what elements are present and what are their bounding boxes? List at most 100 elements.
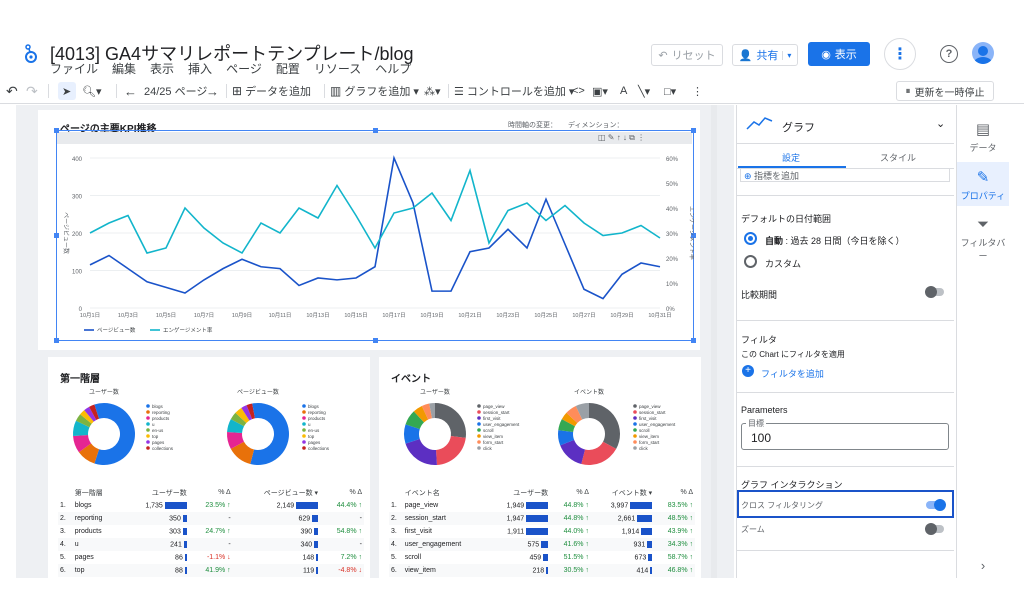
- resize-handle[interactable]: [54, 338, 59, 343]
- add-metric-button[interactable]: ⊕ 指標を追加: [744, 169, 799, 182]
- resize-handle[interactable]: [373, 338, 378, 343]
- x-tick-label: 10月1日: [80, 312, 100, 319]
- resize-handle[interactable]: [691, 338, 696, 343]
- table-row[interactable]: 3. products 303 24.7% ↑ 390 54.8% ↑: [58, 525, 364, 538]
- table-row[interactable]: 6. view_item 218 30.5% ↑ 414 46.8% ↑: [389, 564, 695, 577]
- reset-button[interactable]: ↶ リセット: [651, 44, 723, 66]
- table-row[interactable]: 2. reporting 350 -629 -: [58, 512, 364, 525]
- more-tools-icon[interactable]: ⋮: [692, 82, 703, 100]
- resize-handle[interactable]: [54, 128, 59, 133]
- column-header[interactable]: % Δ: [189, 486, 233, 499]
- add-filter-button[interactable]: フィルタを追加: [761, 367, 824, 380]
- share-button[interactable]: 👤 共有 ▾: [732, 44, 798, 66]
- shape-icon[interactable]: □▾: [664, 82, 676, 100]
- rail-filter-bar-tab[interactable]: ⏷ フィルタバー: [957, 216, 1009, 262]
- column-header[interactable]: % Δ: [320, 486, 364, 499]
- menu-insert[interactable]: 挿入: [188, 60, 212, 77]
- next-page-icon[interactable]: →: [206, 82, 219, 100]
- legend-dot: [477, 416, 481, 420]
- select-cursor-icon[interactable]: ➤: [58, 82, 76, 100]
- add-chart-button[interactable]: ▥ グラフを追加 ▾: [330, 82, 419, 100]
- add-filter-icon[interactable]: +: [742, 365, 754, 377]
- param-value: 100: [751, 431, 772, 445]
- table-row[interactable]: 2. session_start 1,947 44.8% ↑ 2,661 48.5% …: [389, 512, 695, 525]
- table-row[interactable]: 1. page_view 1,949 44.8% ↑ 3,997 83.5% ↑: [389, 499, 695, 512]
- table-cell: 119: [302, 566, 319, 575]
- code-embed-icon[interactable]: <>: [572, 82, 585, 100]
- table-cell: 575: [487, 538, 550, 551]
- add-data-icon: ⊞: [232, 84, 243, 98]
- column-header[interactable]: % Δ: [654, 486, 695, 499]
- table-cell: u: [74, 541, 79, 548]
- tab-style[interactable]: スタイル: [880, 151, 916, 164]
- legend-label: ページビュー数: [97, 326, 136, 334]
- column-header[interactable]: イベント数 ▾: [591, 486, 654, 499]
- chart-type-label[interactable]: グラフ: [782, 119, 815, 135]
- chevron-down-icon[interactable]: ⌄: [936, 117, 945, 130]
- more-options-icon[interactable]: ⋮: [884, 38, 916, 70]
- prev-page-icon[interactable]: ←: [124, 82, 137, 100]
- table-cell: 51.5% ↑: [563, 554, 589, 561]
- table-cell: -: [359, 515, 362, 522]
- view-button[interactable]: ◉ 表示: [808, 42, 870, 66]
- table-cell: 54.8% ↑: [336, 528, 362, 535]
- column-header[interactable]: ページビュー数 ▾: [233, 486, 320, 499]
- zoom-icon[interactable]: 🔍︎▾: [82, 82, 102, 100]
- column-header[interactable]: ユーザー数: [487, 486, 550, 499]
- rail-properties-tab[interactable]: ✎ プロパティ: [957, 162, 1009, 206]
- column-header[interactable]: ユーザー数: [121, 486, 189, 499]
- tab-setup[interactable]: 設定: [782, 151, 800, 164]
- undo-icon[interactable]: ↶: [6, 82, 18, 100]
- menu-page[interactable]: ページ: [226, 60, 262, 77]
- pause-updates-button[interactable]: ⏸ 更新を一時停止: [896, 81, 994, 101]
- chevron-down-icon[interactable]: ▾: [782, 50, 791, 60]
- line-icon[interactable]: ╲▾: [638, 82, 650, 100]
- menu-edit[interactable]: 編集: [112, 60, 136, 77]
- table-cell: 2,149: [233, 499, 320, 512]
- params-title: Parameters: [741, 405, 788, 415]
- community-viz-icon[interactable]: ⁂▾: [424, 82, 441, 100]
- custom-radio[interactable]: [744, 255, 757, 268]
- table-row[interactable]: 4. u 241 -340 -: [58, 538, 364, 551]
- menu-arrange[interactable]: 配置: [276, 60, 300, 77]
- column-header[interactable]: % Δ: [550, 486, 591, 499]
- cross-filter-toggle[interactable]: [926, 499, 946, 511]
- zoom-toggle[interactable]: [925, 523, 944, 535]
- table-row[interactable]: 5. pages 86 -1.1% ↓ 148 7.2% ↑: [58, 551, 364, 564]
- divider: [737, 466, 954, 467]
- menu-view[interactable]: 表示: [150, 60, 174, 77]
- compare-toggle[interactable]: [925, 286, 944, 298]
- add-control-button[interactable]: ☰ コントロールを追加 ▾: [454, 82, 574, 100]
- rail-data-tab[interactable]: ▤ データ: [957, 120, 1009, 154]
- table-row[interactable]: 4. user_engagement 575 41.6% ↑ 931 34.3% ↑: [389, 538, 695, 551]
- param-input[interactable]: [741, 423, 949, 450]
- table-cell: 340: [233, 538, 320, 551]
- avatar[interactable]: [972, 42, 994, 64]
- x-tick-label: 10月7日: [194, 312, 214, 319]
- table-row[interactable]: 1. blogs 1,735 23.5% ↑ 2,149 44.4% ↑: [58, 499, 364, 512]
- table-row[interactable]: 3. first_visit 1,911 44.0% ↑ 1,914 43.9% ↑: [389, 525, 695, 538]
- resize-handle[interactable]: [691, 128, 696, 133]
- auto-radio[interactable]: [744, 232, 757, 245]
- x-tick-label: 10月17日: [382, 312, 405, 319]
- redo-icon[interactable]: ↷: [26, 82, 38, 100]
- menu-help[interactable]: ヘルプ: [375, 60, 411, 77]
- resize-handle[interactable]: [373, 128, 378, 133]
- menu-resource[interactable]: リソース: [314, 60, 361, 77]
- legend-label: エンゲージメント率: [163, 326, 213, 334]
- looker-studio-logo-icon[interactable]: [24, 43, 38, 69]
- text-icon[interactable]: A: [620, 82, 627, 100]
- chevron-right-icon[interactable]: ›: [957, 558, 1009, 573]
- image-icon[interactable]: ▣▾: [592, 82, 608, 100]
- dimension-control[interactable]: ディメンション：: [568, 120, 624, 130]
- table-row[interactable]: 6. top 88 41.9% ↑ 119 -4.8% ↓: [58, 564, 364, 577]
- page-indicator[interactable]: 24/25 ページ: [144, 82, 207, 100]
- menu-bar: ファイル 編集 表示 挿入 ページ 配置 リソース ヘルプ: [50, 60, 411, 77]
- menu-file[interactable]: ファイル: [50, 60, 98, 77]
- canvas-scrollbar[interactable]: [711, 105, 717, 578]
- add-data-button[interactable]: ⊞ データを追加: [232, 82, 311, 100]
- table-cell: 1,947: [487, 512, 550, 525]
- help-icon[interactable]: ?: [940, 45, 958, 63]
- table-row[interactable]: 5. scroll 459 51.5% ↑ 673 58.7% ↑: [389, 551, 695, 564]
- data-bar: [296, 501, 319, 509]
